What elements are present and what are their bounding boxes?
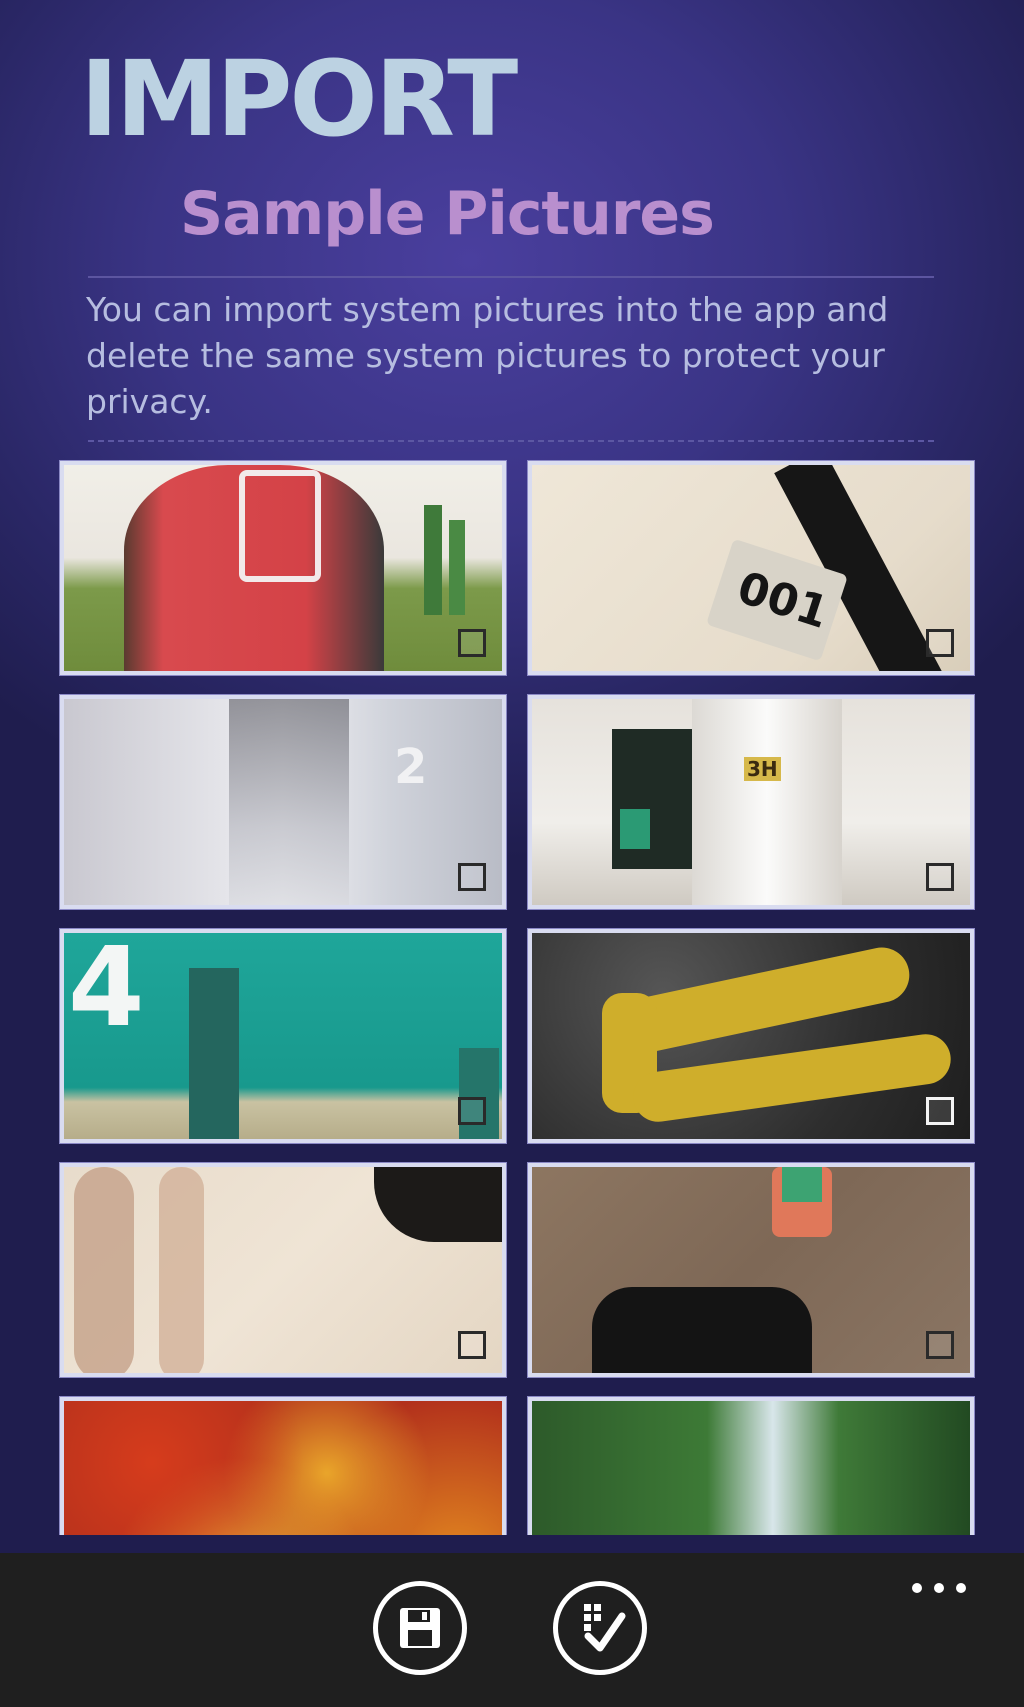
more-icon [934,1583,944,1593]
sock-shape [782,1167,822,1202]
select-checkbox[interactable] [458,629,486,657]
picture-tile[interactable] [528,1163,974,1377]
wall-number: 2 [394,739,428,795]
select-checkbox[interactable] [926,629,954,657]
tree-shape [449,520,465,615]
description-text: You can import system pictures into the … [86,290,889,421]
more-icon [912,1583,922,1593]
divider-line [88,276,934,278]
wall-number: 4 [68,929,145,1051]
more-icon [956,1583,966,1593]
post-shape [692,699,842,905]
picture-tile[interactable] [528,1397,974,1535]
select-checkbox[interactable] [458,1331,486,1359]
fixture-shape [459,1048,499,1139]
dashed-divider [88,440,934,442]
application-bar [0,1553,1024,1707]
picture-subject [189,968,239,1139]
picture-tile[interactable]: 4 [60,929,506,1143]
page-title: IMPORT [80,38,518,160]
select-checkbox[interactable] [926,1097,954,1125]
select-checkbox[interactable] [926,1331,954,1359]
page-subtitle: Sample Pictures [180,179,715,249]
picture-subject [74,1167,134,1373]
save-icon [400,1608,440,1648]
picture-tile[interactable]: 2 [60,695,506,909]
picture-tile[interactable] [528,929,974,1143]
picture-tile[interactable]: 3H [528,695,974,909]
picture-grid: 001 2 3H 4 [0,460,1024,1535]
picture-tile[interactable] [60,1163,506,1377]
select-checkbox[interactable] [458,863,486,891]
select-all-icon [584,1604,626,1652]
save-button[interactable] [373,1581,467,1675]
shadow-shape [374,1167,502,1242]
tree-shape [424,505,442,615]
select-all-button[interactable] [553,1581,647,1675]
post-label: 3H [744,757,781,781]
green-light-shape [620,809,650,849]
more-options-button[interactable] [912,1579,972,1599]
picture-tile[interactable]: 001 [528,461,974,675]
select-checkbox[interactable] [458,1097,486,1125]
picture-tile[interactable] [60,1397,506,1535]
picture-subject [592,1287,812,1373]
jersey-number-shape [239,470,321,582]
select-checkbox[interactable] [926,863,954,891]
picture-subject [229,699,349,905]
leg-shape [159,1167,204,1373]
picture-tile[interactable] [60,461,506,675]
